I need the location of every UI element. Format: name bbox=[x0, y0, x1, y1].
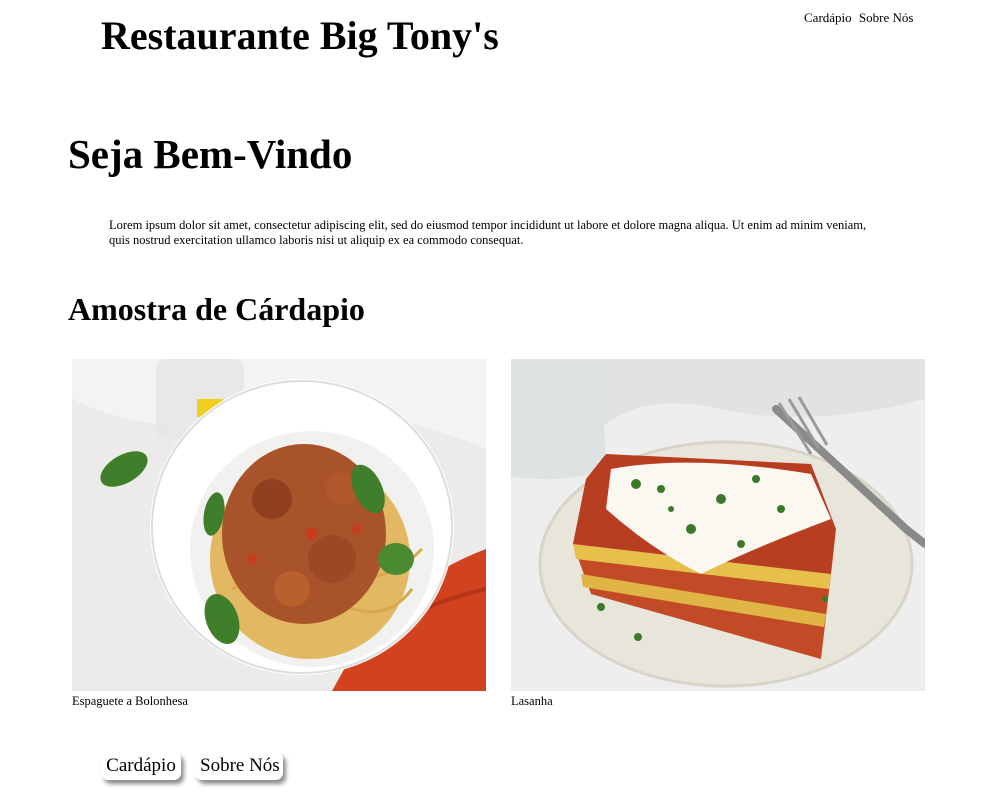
site-title: Restaurante Big Tony's bbox=[101, 13, 499, 58]
spaghetti-bolognese-photo bbox=[72, 359, 486, 691]
cardapio-button[interactable]: Cardápio bbox=[101, 752, 181, 780]
nav-link-cardapio[interactable]: Cardápio bbox=[804, 10, 852, 25]
welcome-heading: Seja Bem-Vindo bbox=[68, 131, 353, 177]
menu-item-caption: Espaguete a Bolonhesa bbox=[72, 694, 188, 708]
menu-sample-heading: Amostra de Cárdapio bbox=[68, 291, 365, 327]
nav-link-sobre-nos[interactable]: Sobre Nós bbox=[859, 10, 914, 25]
menu-item-caption: Lasanha bbox=[511, 694, 553, 708]
top-nav: Cardápio Sobre Nós bbox=[804, 10, 917, 26]
intro-paragraph: Lorem ipsum dolor sit amet, consectetur … bbox=[109, 218, 867, 247]
lasagna-photo bbox=[511, 359, 925, 691]
menu-item-lasagna: Lasanha bbox=[511, 359, 925, 709]
menu-item-spaghetti: Espaguete a Bolonhesa bbox=[72, 359, 486, 709]
sobre-nos-button[interactable]: Sobre Nós bbox=[195, 752, 283, 780]
